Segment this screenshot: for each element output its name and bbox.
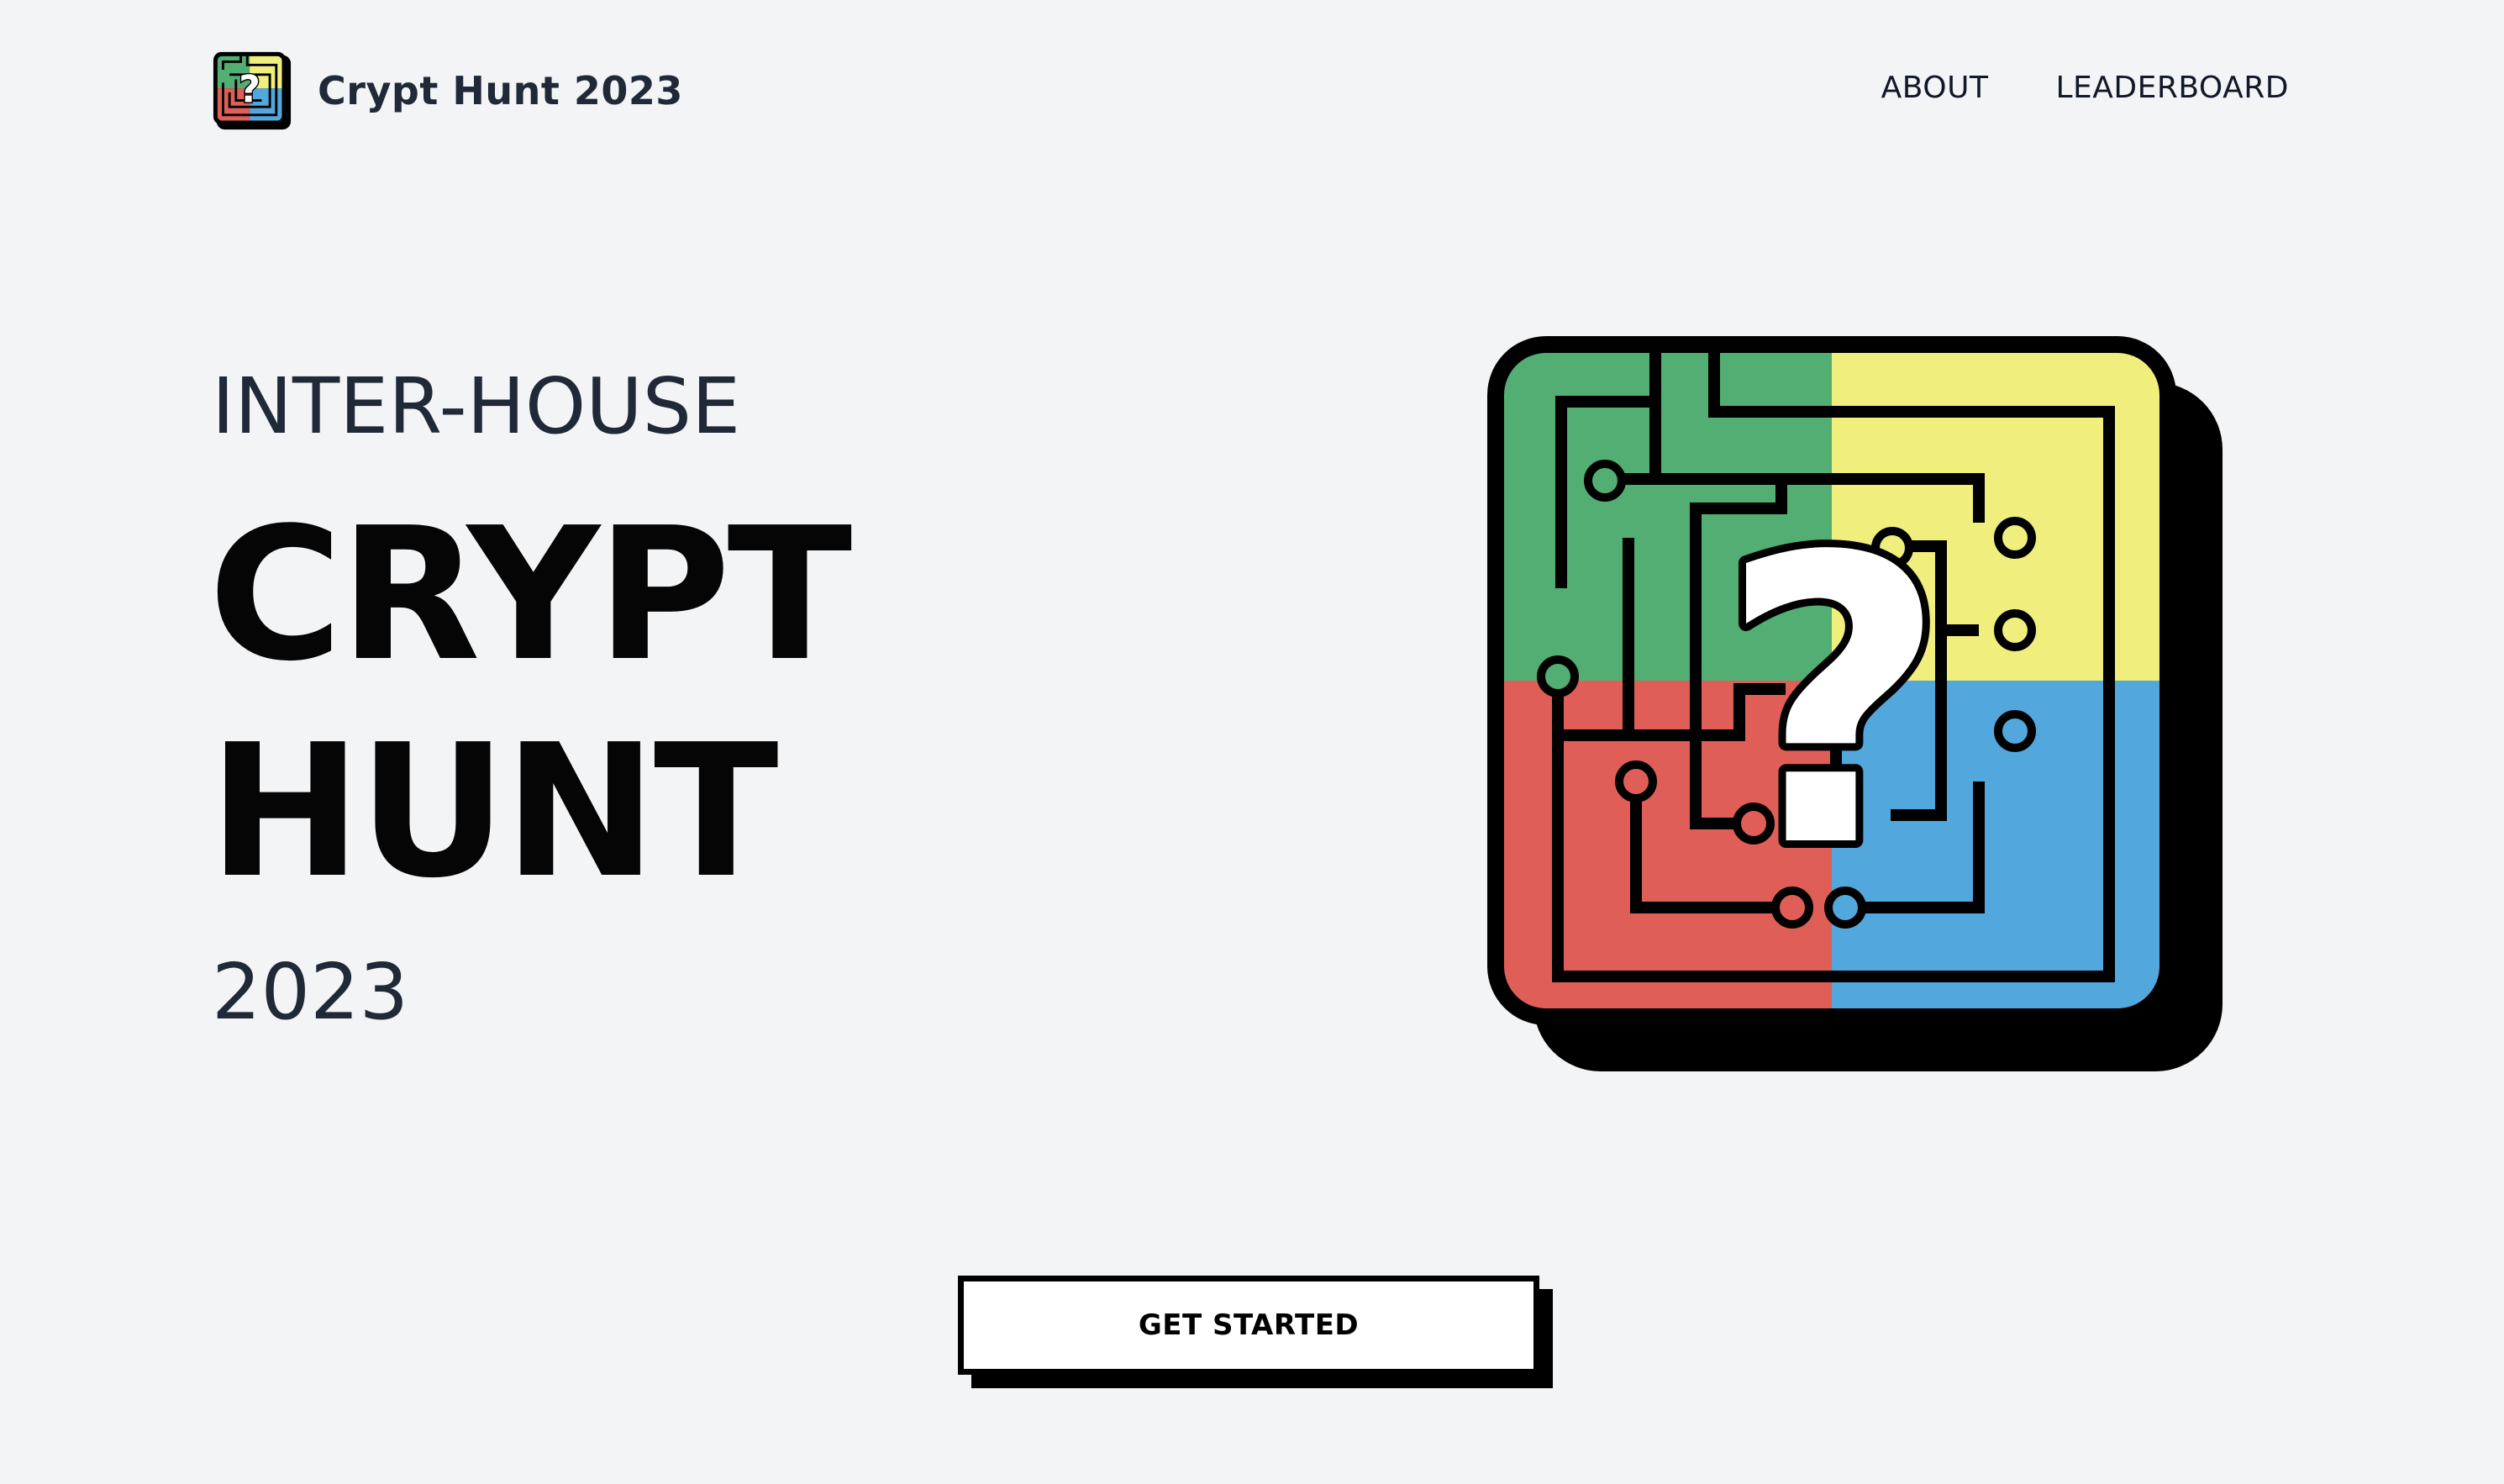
brand-name: Crypt Hunt 2023: [318, 68, 683, 113]
svg-text:?: ?: [1719, 474, 1949, 934]
hero-subtitle: INTER-HOUSE: [212, 361, 741, 451]
nav-about-link[interactable]: ABOUT: [1881, 71, 1989, 105]
top-nav: ABOUT LEADERBOARD: [1881, 71, 2289, 105]
maze-question-mark-icon: ?: [1487, 336, 2223, 1071]
brand-home-link[interactable]: ? Crypt Hunt 2023: [212, 50, 683, 131]
cta-container: GET STARTED: [958, 1276, 1554, 1390]
maze-question-logo-icon: ?: [213, 51, 292, 130]
hero-title-line1: CRYPT: [208, 489, 852, 702]
hero-title: CRYPT HUNT: [208, 487, 852, 921]
svg-text:?: ?: [239, 68, 260, 111]
nav-leaderboard-link[interactable]: LEADERBOARD: [2055, 71, 2289, 105]
hero-title-line2: HUNT: [208, 706, 779, 918]
landing-page: ? Crypt Hunt 2023 ABOUT LEADERBOARD INTE…: [0, 0, 2504, 1484]
hero-year: 2023: [212, 947, 409, 1037]
get-started-button[interactable]: GET STARTED: [958, 1276, 1539, 1375]
